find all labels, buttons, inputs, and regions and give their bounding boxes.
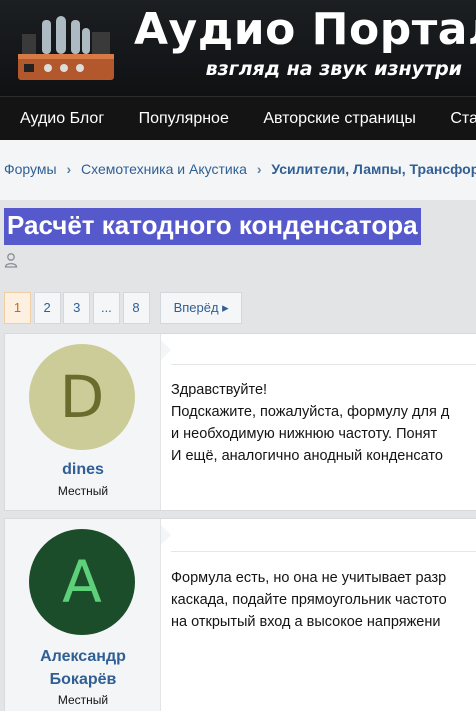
user-icon[interactable] [4,252,18,268]
post: A Александр Бокарёв Местный Формула есть… [4,518,476,711]
avatar[interactable]: A [29,529,135,635]
post: D dines Местный Здравствуйте! Подскажите… [4,333,476,511]
post-line: Подскажите, пожалуйста, формулу для д [171,404,450,420]
post-user-panel: D dines Местный [5,334,161,510]
username[interactable]: dines [5,458,161,481]
breadcrumb-forums[interactable]: Форумы [4,161,57,177]
user-role: Местный [57,484,109,498]
breadcrumb-separator: › [66,161,72,177]
site-subtitle: взгляд на звук изнутри [205,58,462,80]
page-ellipsis-button[interactable]: ... [92,292,120,324]
page-3-button[interactable]: 3 [63,292,91,324]
post-divider [171,551,476,552]
page-title: Расчёт катодного конденсатора [4,208,421,245]
site-header: Аудио Портал взгляд на звук изнутри [0,0,476,96]
page-2-button[interactable]: 2 [33,292,61,324]
breadcrumb: Форумы › Схемотехника и Акустика › Усили… [0,140,476,200]
pagination: 1 2 3 ... 8 Вперёд ▸ [4,292,243,324]
nav-item-audio-blog[interactable]: Аудио Блог [0,97,119,140]
post-line: И ещё, аналогично анодный конденсато [171,448,443,464]
post-line: на открытый вход а высокое напряжени [171,614,441,630]
nav-item-popular[interactable]: Популярное [124,97,244,140]
username[interactable]: Александр Бокарёв [5,645,161,691]
post-line: Формула есть, но она не учитывает разр [171,570,447,586]
post-body: Здравствуйте! Подскажите, пожалуйста, фо… [171,379,449,467]
post-line: каскада, подайте прямоугольник частото [171,592,447,608]
nav-item-more[interactable]: Ста [435,97,476,140]
avatar[interactable]: D [29,344,135,450]
thread-title-wrap: Расчёт катодного конденсатора [4,208,421,245]
username-line: Александр [40,648,126,665]
post-body: Формула есть, но она не учитывает разр к… [171,567,447,633]
username-line: Бокарёв [49,671,117,688]
user-role: Местный [57,693,109,707]
site-title[interactable]: Аудио Портал [134,4,476,55]
main-nav: Аудио Блог Популярное Авторские страницы… [0,96,476,140]
post-arrow [161,525,171,545]
post-user-panel: A Александр Бокарёв Местный [5,519,161,711]
breadcrumb-separator: › [256,161,262,177]
post-line: и необходимую нижнюю частоту. Понят [171,426,438,442]
nav-item-author-pages[interactable]: Авторские страницы [248,97,431,140]
page-8-button[interactable]: 8 [122,292,150,324]
post-arrow [161,340,171,360]
next-page-button[interactable]: Вперёд ▸ [160,292,243,324]
breadcrumb-amplifiers[interactable]: Усилители, Лампы, Трансформ [271,161,476,177]
post-divider [171,364,476,365]
post-line: Здравствуйте! [171,382,268,398]
tube-amplifier-icon[interactable] [14,10,118,84]
breadcrumb-circuitry[interactable]: Схемотехника и Акустика [81,161,247,177]
page-1-button[interactable]: 1 [4,292,31,324]
